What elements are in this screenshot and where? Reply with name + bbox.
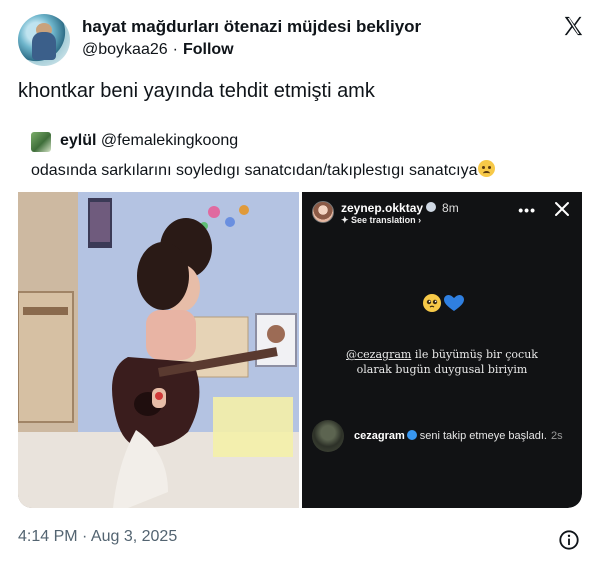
guitar-photo-illustration bbox=[18, 192, 299, 508]
tweet-footer: 4:14 PM · Aug 3, 2025 bbox=[18, 528, 584, 552]
instagram-story[interactable]: zeynep.okktay 8m ✦ See translation › ••• bbox=[302, 192, 582, 508]
smiling-face-with-tear-icon bbox=[478, 160, 496, 177]
follower-avatar[interactable] bbox=[312, 420, 344, 452]
verified-badge-icon bbox=[406, 430, 417, 440]
verified-badge-icon bbox=[426, 202, 437, 212]
avatar-figure bbox=[32, 32, 56, 60]
handle-separator: · bbox=[172, 41, 178, 58]
see-translation-link[interactable]: See translation bbox=[351, 215, 416, 225]
tweet-header: hayat mağdurları ötenazi müjdesi bekliyo… bbox=[18, 12, 584, 68]
close-icon[interactable] bbox=[554, 201, 570, 217]
author-names: hayat mağdurları ötenazi müjdesi bekliyo… bbox=[82, 17, 421, 59]
quoted-media[interactable]: zeynep.okktay 8m ✦ See translation › ••• bbox=[18, 192, 582, 508]
story-caption-mention[interactable]: @cezagram bbox=[346, 348, 411, 361]
story-user-avatar[interactable] bbox=[312, 201, 334, 223]
more-options-button[interactable]: ••• bbox=[518, 202, 536, 218]
story-username[interactable]: zeynep.okktay bbox=[341, 201, 423, 215]
follow-notification-text: seni takip etmeye başladı. bbox=[419, 430, 547, 442]
quoted-display-name: eylül bbox=[60, 132, 97, 149]
blue-heart-icon bbox=[444, 295, 464, 311]
translate-icon: ✦ bbox=[341, 215, 352, 225]
follow-notification-time: 2s bbox=[550, 430, 563, 442]
see-translation-row[interactable]: ✦ See translation › bbox=[341, 215, 421, 226]
info-icon[interactable] bbox=[558, 529, 580, 551]
chevron-right-icon: › bbox=[415, 215, 422, 225]
author-handle-row: @boykaa26 · Follow bbox=[82, 41, 421, 59]
tweet-text: khontkar beni yayında tehdit etmişti amk bbox=[18, 80, 375, 102]
quoted-author-avatar bbox=[31, 132, 51, 152]
emoji-reaction bbox=[423, 294, 464, 312]
story-user-row: zeynep.okktay 8m bbox=[341, 201, 459, 215]
story-caption: @cezagram ile büyümüş bir çocuk olarak b… bbox=[332, 347, 552, 377]
story-follow-notification[interactable]: cezagram seni takip etmeye başladı. 2s bbox=[312, 420, 578, 456]
author-display-name[interactable]: hayat mağdurları ötenazi müjdesi bekliyo… bbox=[82, 17, 421, 37]
story-header: zeynep.okktay 8m ✦ See translation › ••• bbox=[312, 201, 574, 227]
pleading-face-icon bbox=[423, 294, 441, 312]
author-avatar[interactable] bbox=[18, 14, 70, 66]
follow-notification-text-row: cezagram seni takip etmeye başladı. 2s bbox=[354, 430, 563, 442]
x-logo-icon[interactable] bbox=[562, 15, 584, 37]
quoted-tweet[interactable]: eylül @femalekingkoong odasında sarkılar… bbox=[18, 124, 582, 510]
author-handle[interactable]: @boykaa26 bbox=[82, 41, 168, 58]
story-time: 8m bbox=[442, 201, 459, 215]
tweet-timestamp[interactable]: 4:14 PM · Aug 3, 2025 bbox=[18, 528, 584, 546]
follow-button[interactable]: Follow bbox=[183, 41, 234, 58]
quoted-text-row: odasında sarkılarını soyledıgı sanatcıda… bbox=[31, 160, 496, 180]
follower-username[interactable]: cezagram bbox=[354, 430, 405, 442]
quoted-text: odasında sarkılarını soyledıgı sanatcıda… bbox=[31, 162, 478, 179]
quoted-handle: @femalekingkoong bbox=[100, 132, 239, 149]
guitar-photo[interactable] bbox=[18, 192, 299, 508]
quoted-author: eylül @femalekingkoong bbox=[60, 132, 238, 150]
